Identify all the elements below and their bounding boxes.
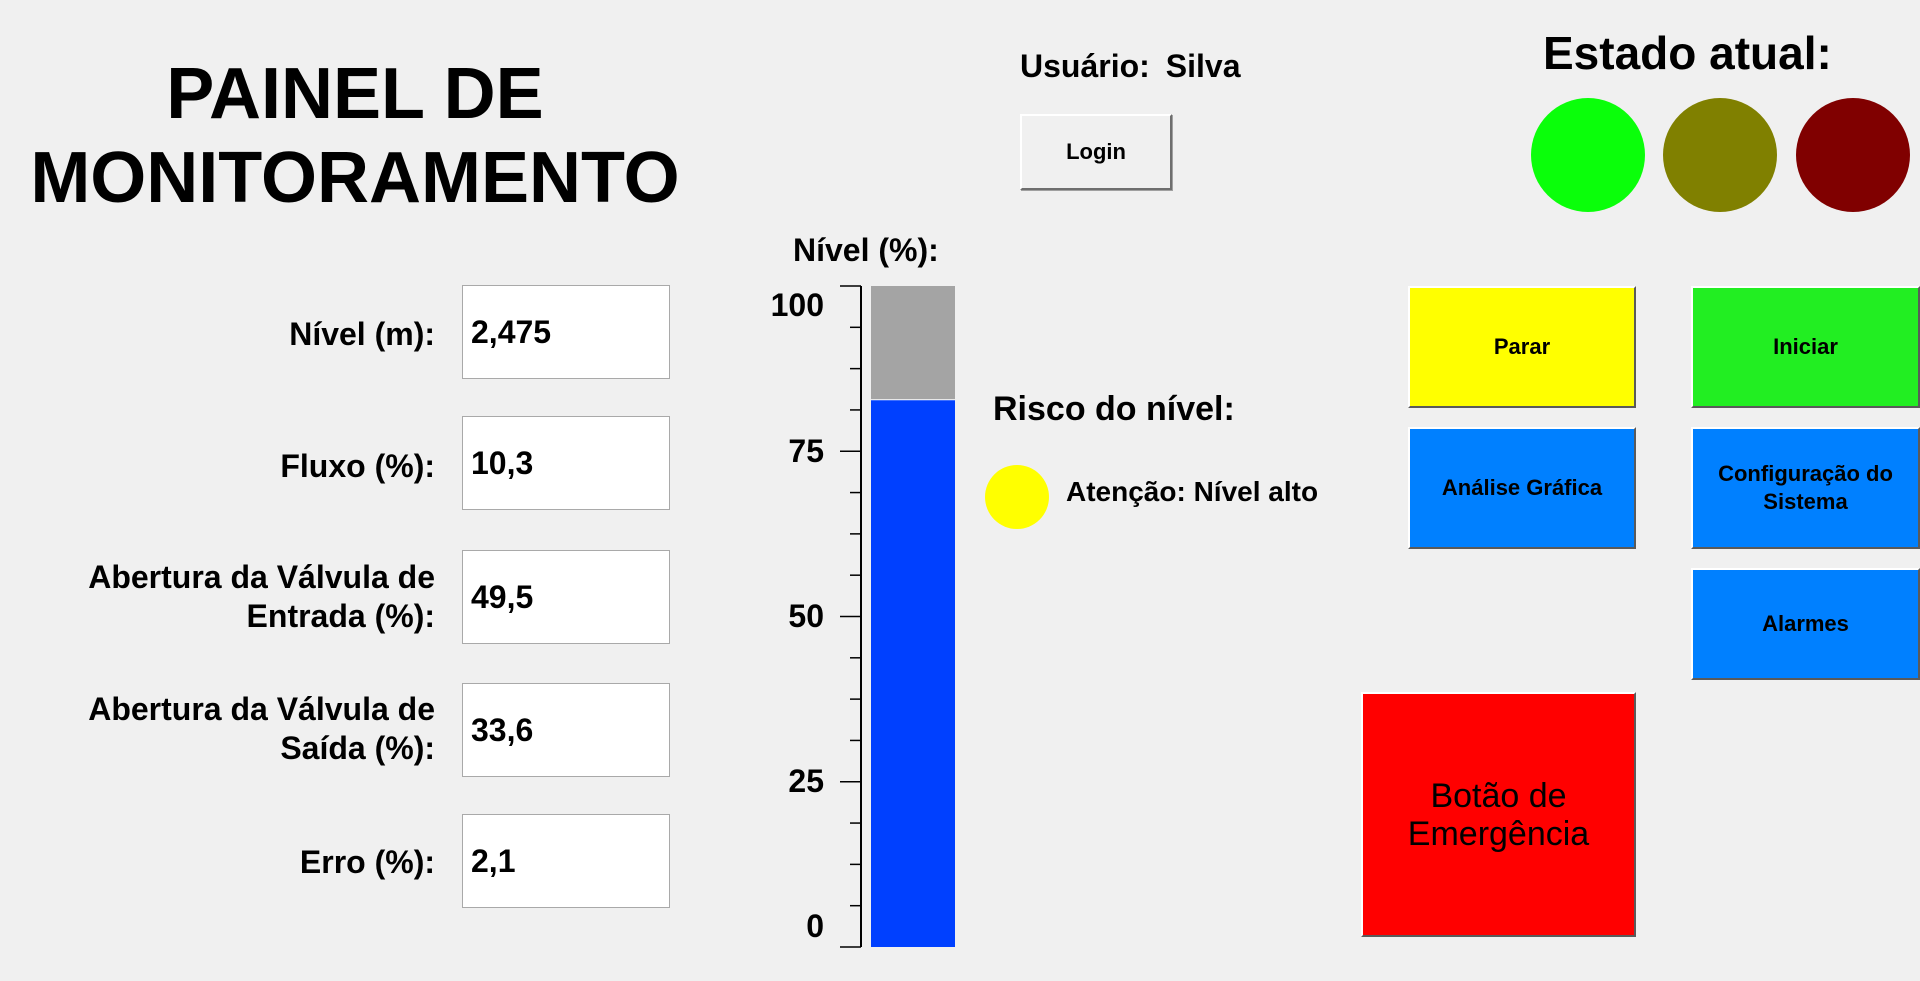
field-value-fluxo[interactable]: 10,3 [462, 416, 670, 510]
state-title: Estado atual: [1543, 27, 1832, 79]
field-value-valvula-entrada[interactable]: 49,5 [462, 550, 670, 644]
field-value-nivel[interactable]: 2,475 [462, 285, 670, 379]
tick-label-0: 0 [806, 908, 824, 944]
user-info: Usuário: Silva [1020, 48, 1241, 85]
level-ticks [840, 285, 861, 948]
tick-label-25: 25 [788, 763, 824, 799]
level-chart [840, 285, 955, 948]
field-label-erro: Erro (%): [300, 843, 435, 882]
page-title-line-1: PAINEL DE [166, 54, 544, 134]
user-label: Usuário: [1020, 48, 1150, 84]
state-lamp-yellow [1663, 98, 1777, 212]
alarms-button[interactable]: Alarmes [1691, 568, 1920, 680]
system-config-button[interactable]: Configuração do Sistema [1691, 427, 1920, 549]
field-label-fluxo-text: Fluxo (%): [280, 448, 435, 484]
field-value-valvula-saida[interactable]: 33,6 [462, 683, 670, 777]
state-lamp-green [1531, 98, 1645, 212]
field-label-valvula-entrada-line-2: Entrada (%): [246, 598, 435, 634]
field-label-fluxo: Fluxo (%): [280, 447, 435, 486]
risk-text: Atenção: Nível alto [1066, 476, 1319, 507]
risk-title: Risco do nível: [993, 390, 1235, 428]
login-button[interactable]: Login [1020, 114, 1172, 190]
field-label-nivel-text: Nível (m): [289, 316, 435, 352]
tick-label-75: 75 [788, 433, 824, 469]
field-label-valvula-saida-line-2: Saída (%): [280, 730, 435, 766]
level-chart-title: Nível (%): [793, 232, 939, 268]
emergency-button[interactable]: Botão de Emergência [1361, 692, 1636, 937]
field-label-nivel: Nível (m): [289, 315, 435, 354]
tick-label-50: 50 [788, 598, 824, 634]
field-value-erro[interactable]: 2,1 [462, 814, 670, 908]
field-label-erro-text: Erro (%): [299, 844, 435, 880]
start-button[interactable]: Iniciar [1691, 286, 1920, 408]
field-label-valvula-saida-line-1: Abertura da Válvula de [88, 691, 435, 727]
field-label-valvula-entrada: Abertura da Válvula de Entrada (%): [88, 558, 435, 636]
graph-analysis-button[interactable]: Análise Gráfica [1408, 427, 1636, 549]
field-label-valvula-entrada-line-1: Abertura da Válvula de [88, 559, 435, 595]
page-title-line-2: MONITORAMENTO [30, 138, 680, 218]
field-label-valvula-saida: Abertura da Válvula de Saída (%): [88, 690, 435, 768]
level-bar-fill [871, 399, 955, 947]
stop-button[interactable]: Parar [1408, 286, 1636, 408]
page-title: PAINEL DE MONITORAMENTO [0, 52, 710, 220]
state-lamp-red [1796, 98, 1910, 212]
tick-label-100: 100 [770, 287, 824, 323]
risk-indicator-dot [985, 465, 1049, 529]
user-name: Silva [1165, 48, 1241, 84]
